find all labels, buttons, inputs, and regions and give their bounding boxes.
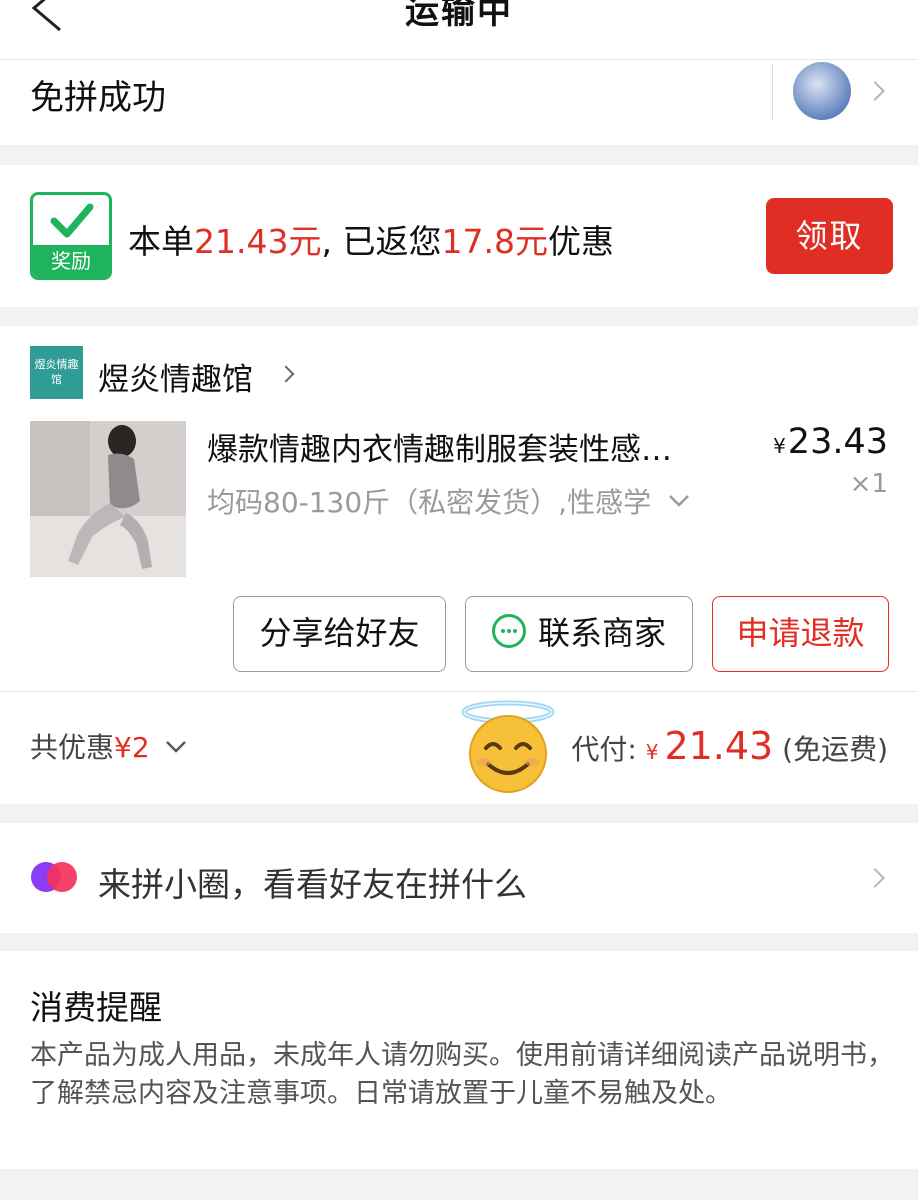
reward-text-middle: , 已返您 bbox=[321, 222, 442, 261]
product-spec-text: 均码80-130斤（私密发货）,性感学 bbox=[207, 486, 652, 519]
refund-button[interactable]: 申请退款 bbox=[712, 596, 889, 672]
divider bbox=[772, 64, 773, 120]
product-quantity: ×1 bbox=[849, 469, 888, 499]
top-nav-bar: 运输中 bbox=[0, 0, 918, 60]
paid-label: 代付: bbox=[571, 733, 637, 766]
chevron-down-icon bbox=[669, 495, 689, 507]
circle-overlap-icon bbox=[31, 862, 77, 892]
price-value: 23.43 bbox=[787, 422, 888, 462]
reward-badge-label: 奖励 bbox=[33, 245, 109, 277]
social-circle-row[interactable]: 来拼小圈，看看好友在拼什么 bbox=[0, 823, 918, 933]
contact-seller-button[interactable]: 联系商家 bbox=[465, 596, 693, 672]
discount-amount: ¥2 bbox=[114, 731, 150, 764]
share-button[interactable]: 分享给好友 bbox=[233, 596, 446, 672]
paid-summary: 代付: ¥21.43 (免运费) bbox=[571, 724, 888, 768]
paid-amount: 21.43 bbox=[664, 724, 774, 768]
product-price: ¥23.43 bbox=[773, 422, 888, 462]
reminder-body: 本产品为成人用品，未成年人请勿购买。使用前请详细阅读产品说明书，了解禁忌内容及注… bbox=[30, 1040, 894, 1109]
product-title[interactable]: 爆款情趣内衣情趣制服套装性感… bbox=[207, 424, 727, 469]
reward-text-before: 本单 bbox=[128, 222, 194, 261]
discount-summary[interactable]: 共优惠¥2 bbox=[30, 726, 187, 766]
product-image[interactable] bbox=[30, 421, 186, 577]
group-status-row[interactable]: 免拼成功 bbox=[0, 60, 918, 145]
chevron-right-icon bbox=[277, 365, 295, 383]
checkmark-icon bbox=[50, 203, 94, 238]
consumer-reminder: 消费提醒 本产品为成人用品，未成年人请勿购买。使用前请详细阅读产品说明书，了解禁… bbox=[0, 951, 918, 1169]
reward-badge: 奖励 bbox=[30, 192, 112, 280]
paid-currency: ¥ bbox=[645, 740, 659, 764]
returned-amount: 17.8元 bbox=[441, 222, 548, 261]
chevron-right-icon bbox=[865, 868, 885, 888]
group-status-text: 免拼成功 bbox=[30, 78, 166, 118]
order-card: 煜炎情趣馆 煜炎情趣馆 爆款情趣内衣情趣制服套装性感… ¥23.43 均码80-… bbox=[0, 326, 918, 804]
reward-row: 奖励 本单21.43元, 已返您17.8元优惠 领取 bbox=[0, 165, 918, 307]
discount-label: 共优惠 bbox=[30, 731, 115, 764]
avatar[interactable] bbox=[793, 62, 851, 120]
wechat-chat-icon bbox=[491, 614, 526, 648]
chevron-down-icon bbox=[165, 741, 186, 753]
social-circle-text: 来拼小圈，看看好友在拼什么 bbox=[98, 865, 527, 904]
reminder-title: 消费提醒 bbox=[30, 988, 162, 1027]
shipping-note: (免运费) bbox=[782, 733, 888, 766]
reward-text: 本单21.43元, 已返您17.8元优惠 bbox=[128, 215, 614, 263]
halo-smile-emoji-icon bbox=[461, 700, 555, 793]
reward-text-after: 优惠 bbox=[547, 222, 614, 261]
claim-button[interactable]: 领取 bbox=[766, 198, 893, 274]
shop-name[interactable]: 煜炎情趣馆 bbox=[98, 354, 253, 399]
shop-logo[interactable]: 煜炎情趣馆 bbox=[30, 346, 83, 399]
chevron-right-icon bbox=[865, 81, 885, 101]
product-spec[interactable]: 均码80-130斤（私密发货）,性感学 bbox=[207, 481, 707, 521]
order-amount: 21.43元 bbox=[194, 222, 322, 261]
page-title: 运输中 bbox=[405, 0, 513, 32]
contact-seller-label: 联系商家 bbox=[537, 614, 666, 652]
divider bbox=[0, 691, 918, 692]
price-currency: ¥ bbox=[773, 434, 786, 458]
